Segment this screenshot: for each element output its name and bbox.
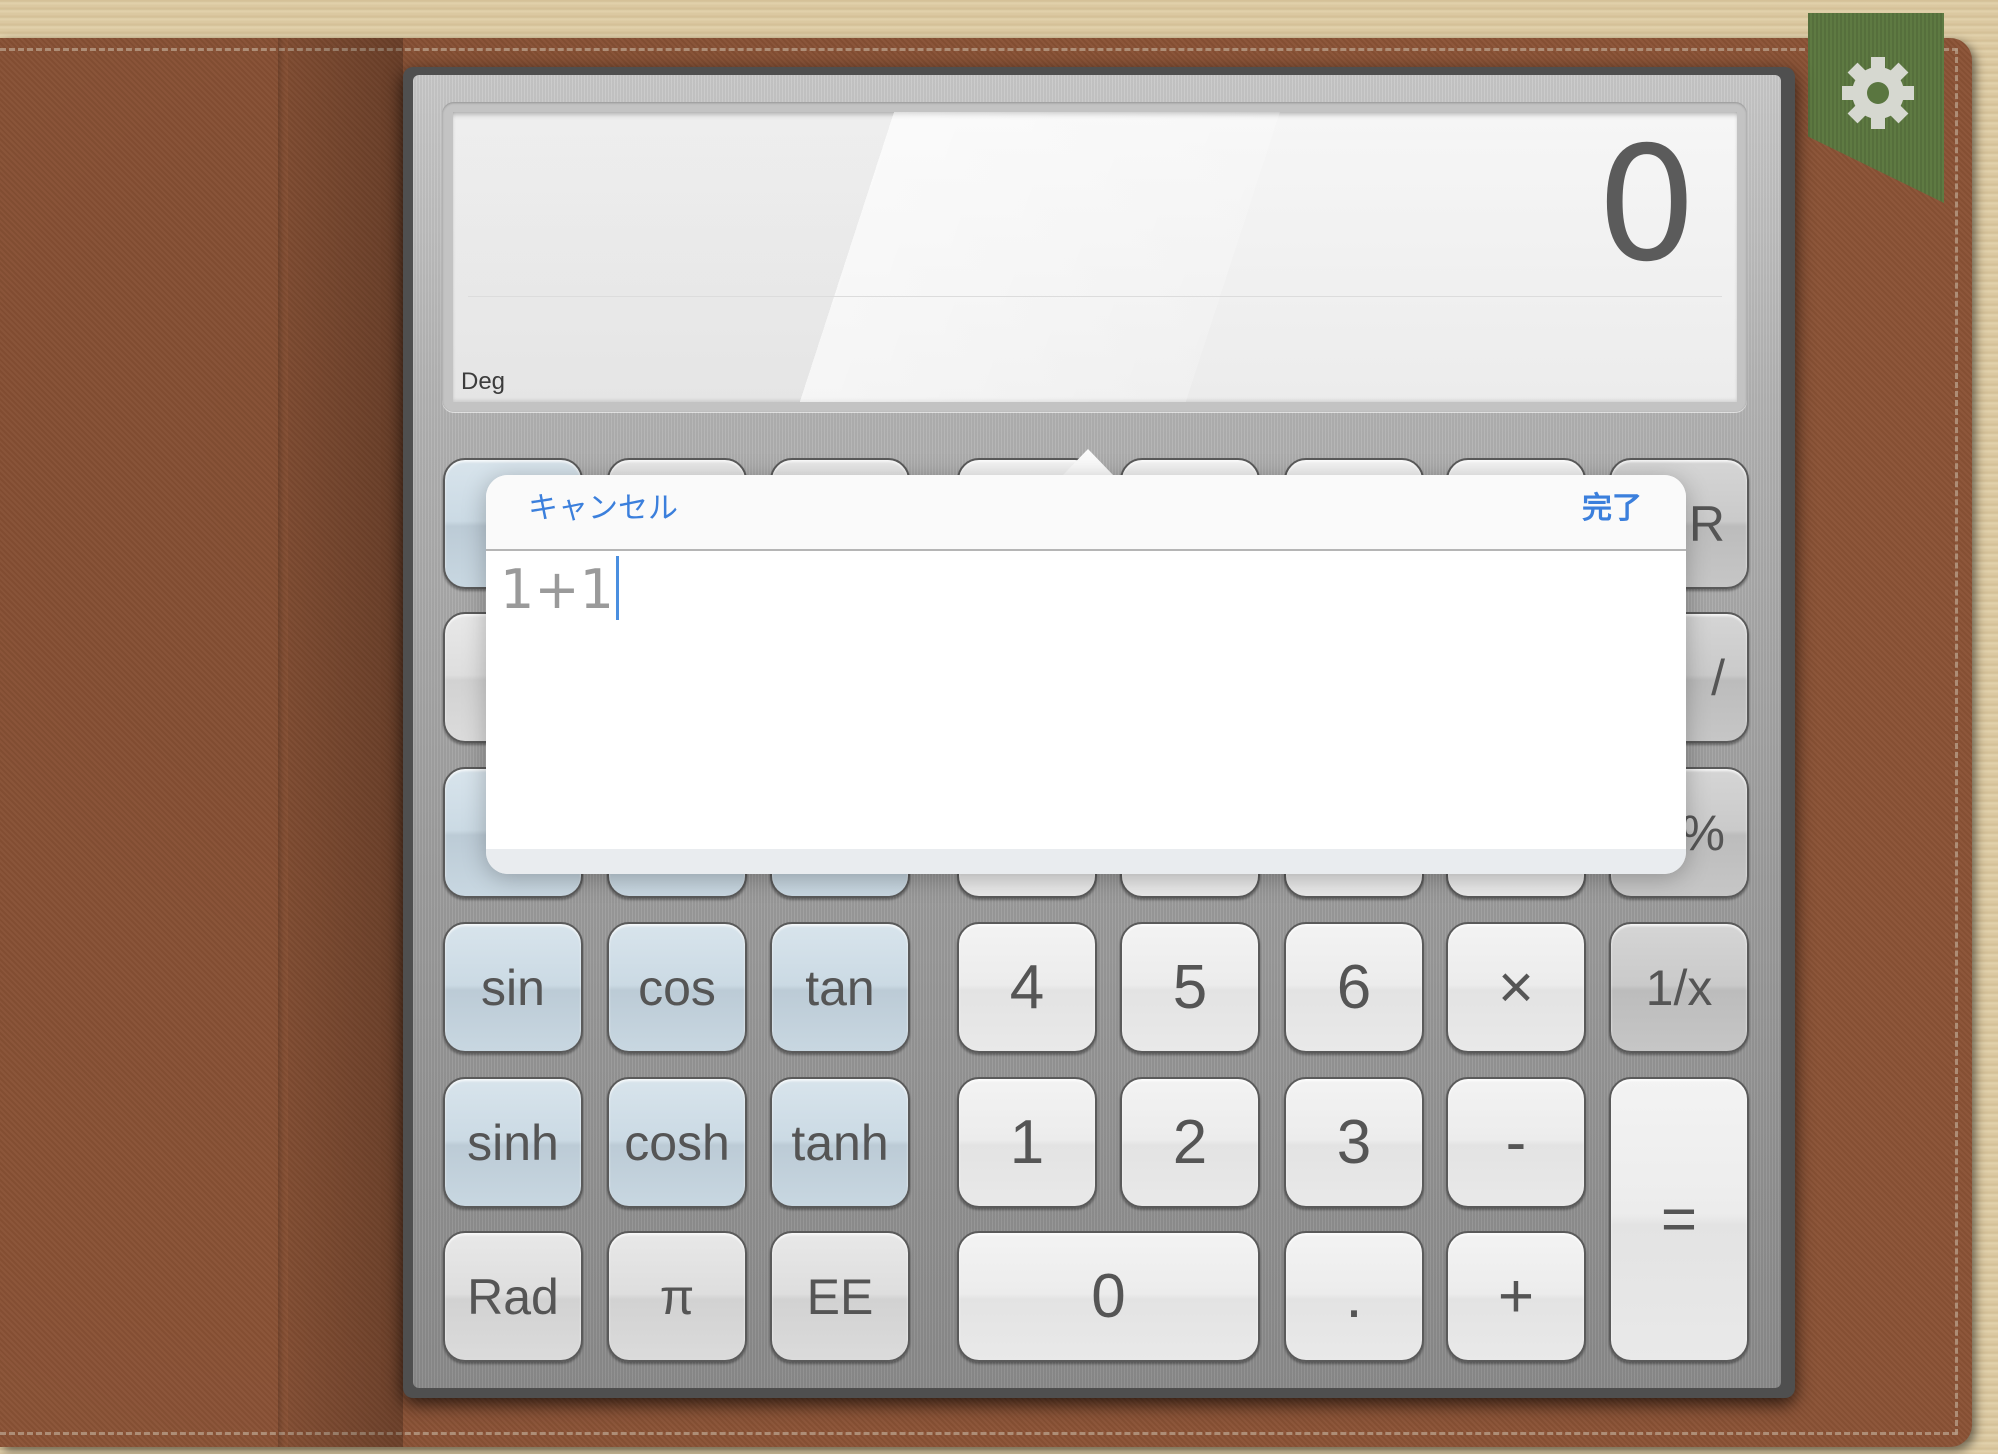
key-5[interactable]: 5 — [1120, 922, 1260, 1053]
popover-header: キャンセル 完了 — [486, 475, 1686, 551]
key-label: 4 — [1009, 953, 1045, 1022]
key-plus[interactable]: + — [1446, 1231, 1586, 1362]
key-label: tanh — [791, 1114, 889, 1171]
key-label: 1/x — [1645, 959, 1713, 1016]
key-minus[interactable]: - — [1446, 1077, 1586, 1208]
key-1slashx[interactable]: 1/x — [1609, 922, 1749, 1053]
key-label: - — [1505, 1108, 1527, 1177]
display-value: 0 — [1596, 113, 1697, 297]
key-label: EE — [806, 1268, 874, 1325]
key-label: 3 — [1336, 1108, 1372, 1177]
key-label: R — [1688, 495, 1725, 552]
expression-input-value: 1+1 — [500, 556, 619, 621]
key-label: π — [659, 1268, 695, 1325]
key-label: 1 — [1009, 1108, 1045, 1177]
key-cos[interactable]: cos — [607, 922, 747, 1053]
key-label: 0 — [1091, 1262, 1126, 1331]
angle-mode-indicator: Deg — [461, 368, 506, 395]
key-cosh[interactable]: cosh — [607, 1077, 747, 1208]
key-label: sinh — [467, 1114, 559, 1171]
key-sinh[interactable]: sinh — [443, 1077, 583, 1208]
key-multiply[interactable]: × — [1446, 922, 1586, 1053]
key-decimal[interactable]: . — [1284, 1231, 1424, 1362]
case-fold-shadow — [288, 38, 403, 1447]
key-0[interactable]: 0 — [957, 1231, 1260, 1362]
key-Rad[interactable]: Rad — [443, 1231, 583, 1362]
key-label: 2 — [1172, 1108, 1208, 1177]
display-divider — [468, 296, 1722, 297]
key-pi[interactable]: π — [607, 1231, 747, 1362]
key-label: tan — [805, 959, 875, 1016]
text-caret — [615, 556, 619, 620]
key-label: 6 — [1336, 953, 1372, 1022]
gear-icon — [1842, 57, 1914, 129]
expression-popover: キャンセル 完了 1+1 — [486, 475, 1686, 874]
case-fold — [278, 38, 288, 1447]
key-EE[interactable]: EE — [770, 1231, 910, 1362]
key-equals[interactable]: = — [1609, 1077, 1749, 1362]
expression-text: 1+1 — [500, 558, 614, 621]
expression-input[interactable]: 1+1 — [486, 551, 1686, 849]
key-4[interactable]: 4 — [957, 922, 1097, 1053]
popover-footer — [486, 849, 1686, 874]
key-label: cos — [638, 959, 716, 1016]
key-label: 5 — [1172, 953, 1208, 1022]
key-tanh[interactable]: tanh — [770, 1077, 910, 1208]
key-label: × — [1497, 953, 1535, 1022]
key-6[interactable]: 6 — [1284, 922, 1424, 1053]
key-sin[interactable]: sin — [443, 922, 583, 1053]
key-1[interactable]: 1 — [957, 1077, 1097, 1208]
key-label: + — [1497, 1262, 1535, 1331]
key-label: . — [1345, 1262, 1363, 1331]
key-label: % — [1680, 804, 1725, 861]
key-tan[interactable]: tan — [770, 922, 910, 1053]
stitching-right — [1955, 48, 1958, 1435]
key-label: / — [1711, 649, 1725, 706]
display[interactable]: 0 Deg — [453, 112, 1737, 402]
key-label: Rad — [467, 1268, 559, 1325]
key-label: = — [1660, 1185, 1698, 1254]
key-2[interactable]: 2 — [1120, 1077, 1260, 1208]
display-glare — [453, 112, 1737, 402]
key-label: sin — [481, 959, 545, 1016]
done-button[interactable]: 完了 — [1582, 483, 1642, 527]
key-3[interactable]: 3 — [1284, 1077, 1424, 1208]
cancel-button[interactable]: キャンセル — [528, 483, 678, 527]
key-label: cosh — [624, 1114, 730, 1171]
